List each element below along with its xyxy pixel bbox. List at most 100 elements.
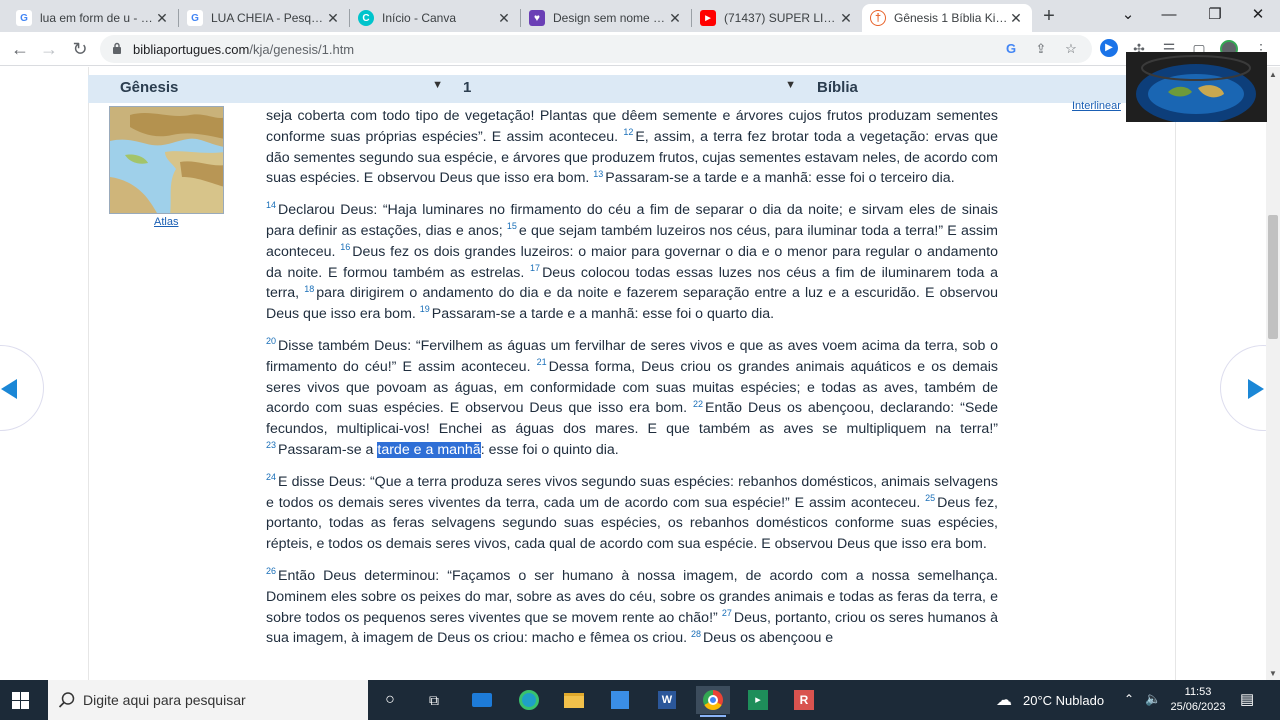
- verse-number[interactable]: 18: [304, 284, 314, 294]
- scroll-up-icon[interactable]: ▲: [1269, 70, 1277, 79]
- bookmark-star-icon[interactable]: ☆: [1062, 40, 1080, 58]
- app-icon[interactable]: ▸: [741, 686, 775, 714]
- interlinear-link[interactable]: Interlinear: [1072, 100, 1121, 112]
- youtube-icon: ▶: [700, 10, 716, 26]
- selected-text[interactable]: tarde e a manhã: [377, 441, 481, 458]
- tab-3[interactable]: ♥ Design sem nome - M ✕: [521, 4, 691, 32]
- clock[interactable]: 11:53 25/06/2023: [1168, 685, 1228, 715]
- google-lens-icon[interactable]: G: [1002, 40, 1020, 58]
- chevron-down-icon: ▼: [785, 79, 796, 91]
- verse-text: : esse foi o quinto dia.: [480, 441, 619, 458]
- scroll-down-icon[interactable]: ▼: [1269, 669, 1277, 678]
- tab-2[interactable]: C Início - Canva ✕: [350, 4, 520, 32]
- tab-title: LUA CHEIA - Pesquisa: [211, 11, 325, 25]
- task-view-icon[interactable]: ⧉: [417, 686, 451, 714]
- book-select[interactable]: Gênesis ▼: [120, 79, 443, 99]
- verse-number[interactable]: 14: [266, 200, 276, 210]
- close-icon[interactable]: ✕: [838, 10, 854, 27]
- google-icon: G: [187, 10, 203, 26]
- verse-number[interactable]: 22: [693, 399, 703, 409]
- verse-number[interactable]: 15: [507, 221, 517, 231]
- verse-number[interactable]: 16: [340, 242, 350, 252]
- chevron-down-icon: ▼: [432, 79, 443, 91]
- tab-4[interactable]: ▶ (71437) SUPER LIVE E ✕: [692, 4, 862, 32]
- extension-icon[interactable]: ▶: [1100, 39, 1118, 57]
- verse-number[interactable]: 28: [691, 629, 701, 639]
- verse-number[interactable]: 12: [623, 127, 633, 137]
- cross-icon: †: [870, 10, 886, 26]
- close-icon[interactable]: ✕: [1008, 10, 1024, 27]
- mail-icon[interactable]: [465, 686, 499, 714]
- cloud-icon[interactable]: ☁: [996, 690, 1012, 710]
- previous-chapter-button[interactable]: [0, 345, 44, 431]
- close-icon[interactable]: ✕: [154, 10, 170, 27]
- close-window-button[interactable]: ✕: [1238, 2, 1278, 28]
- tab-title: Gênesis 1 Bíblia King: [894, 11, 1008, 25]
- verse-number[interactable]: 24: [266, 472, 276, 482]
- active-indicator: [700, 715, 726, 717]
- app-icon-2[interactable]: R: [787, 686, 821, 714]
- share-icon[interactable]: ⇪: [1032, 40, 1050, 58]
- next-chapter-button[interactable]: [1220, 345, 1266, 431]
- address-bar[interactable]: bibliaportugues.com/kja/genesis/1.htm G …: [100, 35, 1092, 63]
- cortana-icon[interactable]: ○: [373, 686, 407, 714]
- file-explorer-icon[interactable]: [557, 686, 591, 714]
- chapter-select[interactable]: 1 ▼: [463, 79, 796, 99]
- atlas-map[interactable]: [109, 106, 224, 214]
- word-icon[interactable]: W: [650, 686, 684, 714]
- close-icon[interactable]: ✕: [496, 10, 512, 27]
- windows-start-icon[interactable]: [12, 692, 29, 709]
- back-arrow-icon[interactable]: ←: [8, 37, 32, 61]
- verse-number[interactable]: 27: [722, 608, 732, 618]
- verse-text: E disse Deus: “Que a terra produza seres…: [266, 473, 998, 511]
- tab-title: lua em form de u - Pe: [40, 11, 154, 25]
- speaker-icon[interactable]: 🔈: [1145, 691, 1161, 707]
- atlas-link[interactable]: Atlas: [154, 216, 178, 228]
- tab-title: (71437) SUPER LIVE E: [724, 11, 838, 25]
- tab-0[interactable]: G lua em form de u - Pe ✕: [8, 4, 178, 32]
- verse-number[interactable]: 21: [537, 357, 547, 367]
- book-select-value: Gênesis: [120, 79, 179, 96]
- restore-button[interactable]: ❐: [1195, 2, 1235, 28]
- tab-1[interactable]: G LUA CHEIA - Pesquisa ✕: [179, 4, 349, 32]
- verse-number[interactable]: 13: [593, 169, 603, 179]
- verse-number[interactable]: 26: [266, 566, 276, 576]
- store-icon[interactable]: [603, 686, 637, 714]
- tab-search-button[interactable]: ⌄: [1108, 2, 1148, 28]
- chapter-select-value: 1: [463, 79, 472, 96]
- edge-icon[interactable]: [512, 686, 546, 714]
- bible-label: Bíblia: [817, 79, 858, 96]
- scrollbar-thumb[interactable]: [1268, 215, 1278, 339]
- browser-toolbar: ← → ↻ bibliaportugues.com/kja/genesis/1.…: [0, 32, 1280, 66]
- verse-paragraph: 24 E disse Deus: “Que a terra produza ser…: [266, 472, 998, 555]
- verse-number[interactable]: 25: [925, 493, 935, 503]
- tab-title: Design sem nome - M: [553, 11, 667, 25]
- reload-icon[interactable]: ↻: [68, 37, 92, 61]
- verse-number[interactable]: 17: [530, 263, 540, 273]
- verse-number[interactable]: 23: [266, 440, 276, 450]
- verse-number[interactable]: 20: [266, 336, 276, 346]
- page-scrollbar[interactable]: ▲ ▼: [1266, 67, 1280, 680]
- chrome-icon[interactable]: [696, 686, 730, 717]
- minimize-button[interactable]: —: [1149, 2, 1189, 28]
- forward-arrow-icon[interactable]: →: [37, 37, 61, 61]
- chevron-up-icon[interactable]: ⌃: [1124, 692, 1134, 706]
- page-viewport: Gênesis ▼ 1 ▼ Bíblia Interlinear Atlas sej…: [0, 67, 1266, 680]
- clock-date: 25/06/2023: [1170, 701, 1226, 713]
- verse-text: Passaram-se a: [278, 441, 378, 458]
- google-icon: G: [16, 10, 32, 26]
- verse-text: Passaram-se a tarde e a manhã: esse foi …: [605, 170, 955, 187]
- taskbar-search-input[interactable]: Digite aqui para pesquisar: [48, 680, 368, 720]
- verse-text: Passaram-se a tarde e a manhã: esse foi …: [431, 306, 775, 323]
- arrow-right-icon: [1248, 379, 1264, 399]
- bible-version-select[interactable]: Bíblia: [817, 79, 1017, 99]
- bible-text: seja coberta com todo tipo de vegetação!…: [266, 106, 998, 660]
- tab-strip: G lua em form de u - Pe ✕ G LUA CHEIA - …: [0, 0, 1280, 32]
- verse-number[interactable]: 19: [420, 304, 430, 314]
- notification-icon[interactable]: ▤: [1240, 690, 1254, 708]
- close-icon[interactable]: ✕: [325, 10, 341, 27]
- weather-text[interactable]: 20°C Nublado: [1023, 693, 1104, 708]
- close-icon[interactable]: ✕: [667, 10, 683, 27]
- new-tab-button[interactable]: +: [1038, 6, 1060, 28]
- tab-5-active[interactable]: † Gênesis 1 Bíblia King ✕: [862, 4, 1032, 32]
